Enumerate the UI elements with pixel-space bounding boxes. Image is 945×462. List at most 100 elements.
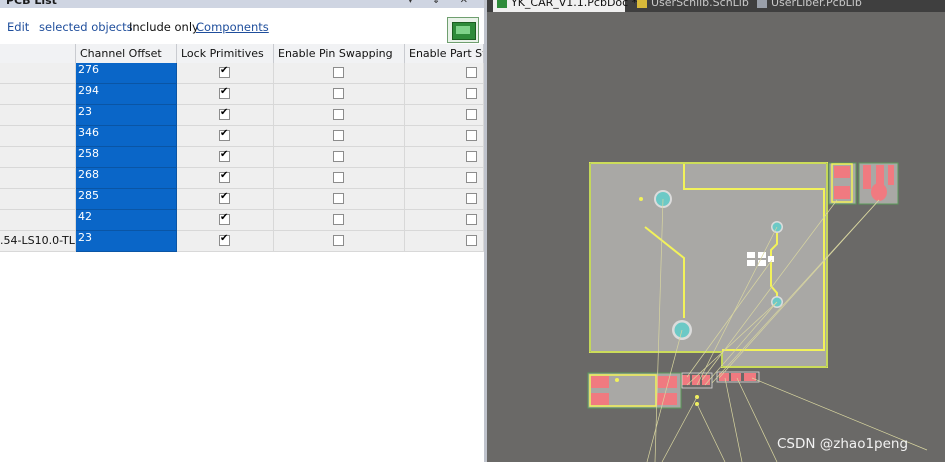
selected-objects-link[interactable]: selected objects [39,20,133,34]
panel-toolbar: Edit selected objects Include only Compo… [0,8,484,44]
column-header-lock-primitives[interactable]: Lock Primitives [177,44,274,63]
edit-link[interactable]: Edit [7,20,29,34]
pcb-board-button[interactable] [447,17,479,43]
cell-enable-pin-swapping [274,189,405,210]
components-link[interactable]: Components [196,20,269,34]
pcb-editor: YK_CAR_V1.1.PcbDoc * UserSchlib.SchLib U… [487,0,945,462]
part-swapping-checkbox[interactable] [466,88,477,99]
cell-enable-pin-swapping [274,105,405,126]
table-row[interactable]: .54-LS10.0-TL 23 [0,231,484,252]
bottom-module-left[interactable] [587,372,682,409]
pin-swapping-checkbox[interactable] [333,193,344,204]
column-header-channel-offset[interactable]: Channel Offset [76,44,177,63]
pin-swapping-checkbox[interactable] [333,88,344,99]
lock-primitives-checkbox[interactable] [219,128,230,141]
tab-pcblib[interactable]: UserLiber.PcbLib [753,0,873,12]
lock-primitives-checkbox[interactable] [219,212,230,225]
cell-channel-offset[interactable]: 294 [76,84,177,105]
cell-channel-offset[interactable]: 285 [76,189,177,210]
lock-primitives-checkbox[interactable] [219,65,230,78]
table-row[interactable]: 294 [0,84,484,105]
include-only-label: Include only [129,20,199,34]
cell-lock-primitives [177,210,274,231]
lock-primitives-checkbox[interactable] [219,170,230,183]
tab-label: YK_CAR_V1.1.PcbDoc * [511,0,638,9]
cell-enable-pin-swapping [274,63,405,84]
cell-lock-primitives [177,105,274,126]
tab-label: UserLiber.PcbLib [771,0,862,9]
cell-name[interactable] [0,189,76,210]
cell-enable-part-swapping [405,147,484,168]
lock-primitives-checkbox[interactable] [219,233,230,246]
part-swapping-checkbox[interactable] [466,214,477,225]
pin-swapping-checkbox[interactable] [333,67,344,78]
panel-window-controls[interactable]: ▾ ⇕ ✕ [408,0,476,8]
cell-enable-part-swapping [405,126,484,147]
cell-lock-primitives [177,231,274,252]
cell-enable-pin-swapping [274,147,405,168]
pin-swapping-checkbox[interactable] [333,151,344,162]
pcb-canvas[interactable] [487,0,945,462]
pcblib-icon [757,0,767,8]
cell-name[interactable] [0,63,76,84]
cell-lock-primitives [177,84,274,105]
cell-name[interactable] [0,84,76,105]
part-swapping-checkbox[interactable] [466,109,477,120]
table-row[interactable]: 285 [0,189,484,210]
pin-swapping-checkbox[interactable] [333,235,344,246]
pin-swapping-checkbox[interactable] [333,130,344,141]
part-swapping-checkbox[interactable] [466,67,477,78]
cell-name[interactable] [0,210,76,231]
cell-channel-offset[interactable]: 268 [76,168,177,189]
grid-header-row: Channel Offset Lock Primitives Enable Pi… [0,44,484,64]
cell-channel-offset[interactable]: 276 [76,63,177,84]
pcb-board-icon [452,22,476,40]
pin-swapping-checkbox[interactable] [333,109,344,120]
column-header-enable-pin-swapping[interactable]: Enable Pin Swapping [274,44,405,63]
part-swapping-checkbox[interactable] [466,235,477,246]
cell-enable-pin-swapping [274,231,405,252]
lock-primitives-checkbox[interactable] [219,149,230,162]
cell-lock-primitives [177,168,274,189]
cell-channel-offset[interactable]: 346 [76,126,177,147]
cell-name[interactable] [0,147,76,168]
cell-name[interactable] [0,126,76,147]
lock-primitives-checkbox[interactable] [219,191,230,204]
column-header-name[interactable] [0,44,76,63]
cell-enable-part-swapping [405,63,484,84]
column-header-enable-part-swapping[interactable]: Enable Part Sw [405,44,484,63]
pin-swapping-checkbox[interactable] [333,214,344,225]
lock-primitives-checkbox[interactable] [219,86,230,99]
cell-name[interactable] [0,168,76,189]
table-row[interactable]: 346 [0,126,484,147]
table-row[interactable]: 23 [0,105,484,126]
part-swapping-checkbox[interactable] [466,193,477,204]
cell-channel-offset[interactable]: 23 [76,231,177,252]
cell-lock-primitives [177,147,274,168]
pcb-list-panel: PCB List ▾ ⇕ ✕ Edit selected objects Inc… [0,0,484,462]
cell-channel-offset[interactable]: 23 [76,105,177,126]
connector-board-right-a[interactable] [828,162,857,205]
part-swapping-checkbox[interactable] [466,151,477,162]
pin-swapping-checkbox[interactable] [333,172,344,183]
part-swapping-checkbox[interactable] [466,130,477,141]
lock-primitives-checkbox[interactable] [219,107,230,120]
table-row[interactable]: 42 [0,210,484,231]
cell-enable-pin-swapping [274,210,405,231]
cell-enable-part-swapping [405,84,484,105]
main-board-outline[interactable] [589,162,828,368]
tab-pcb-doc[interactable]: YK_CAR_V1.1.PcbDoc * [493,0,637,12]
part-swapping-checkbox[interactable] [466,172,477,183]
bottom-small-parts[interactable] [681,371,760,406]
cell-name[interactable]: .54-LS10.0-TL [0,231,76,252]
table-row[interactable]: 258 [0,147,484,168]
table-row[interactable]: 268 [0,168,484,189]
tab-schlib[interactable]: UserSchlib.SchLib [633,0,753,12]
cell-channel-offset[interactable]: 258 [76,147,177,168]
connector-board-right-b[interactable] [858,162,899,205]
cell-name[interactable] [0,105,76,126]
table-row[interactable]: 276 [0,63,484,84]
cell-enable-part-swapping [405,231,484,252]
cell-channel-offset[interactable]: 42 [76,210,177,231]
watermark-text: CSDN @zhao1peng [777,436,909,452]
